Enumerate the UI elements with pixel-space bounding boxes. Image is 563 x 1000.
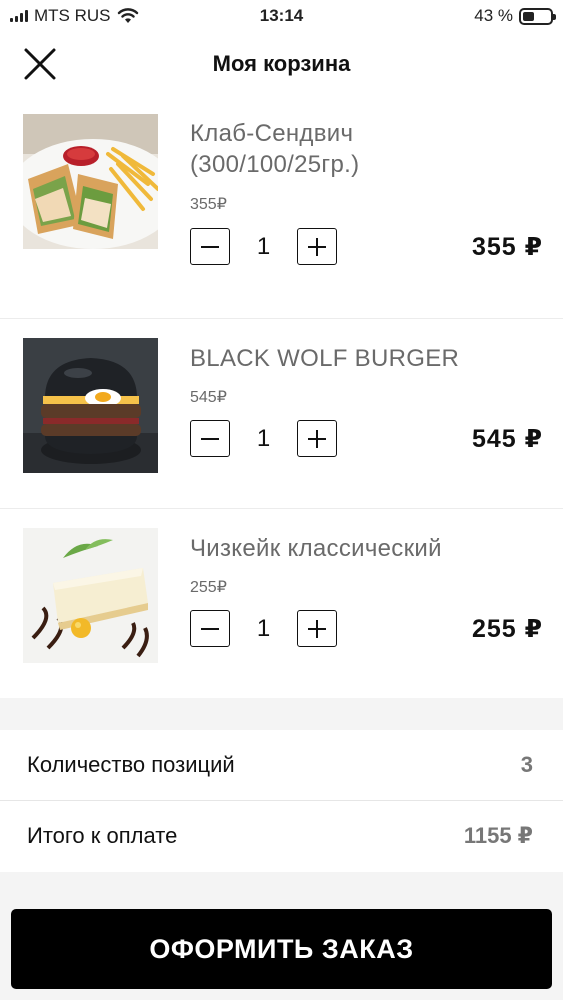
item-price: 545 ₽	[471, 425, 543, 453]
increase-button[interactable]	[297, 228, 337, 265]
total-label: Итого к оплате	[27, 823, 178, 848]
quantity-value: 1	[256, 424, 271, 452]
increase-button[interactable]	[297, 420, 337, 457]
item-name: Чизкейк классический	[190, 533, 540, 564]
old-price: 355₽	[190, 196, 227, 213]
item-price: 355 ₽	[471, 233, 543, 261]
old-price: 545₽	[190, 389, 227, 406]
battery-percent: 43 %	[474, 6, 513, 25]
black-burger-photo	[23, 338, 158, 473]
item-name-line: Клаб-Сендвич	[190, 120, 354, 147]
checkout-button[interactable]: ОФОРМИТЬ ЗАКАЗ	[11, 909, 552, 989]
decrease-button[interactable]	[190, 420, 230, 457]
increase-button[interactable]	[297, 610, 337, 647]
plus-icon	[308, 619, 326, 638]
wifi-icon	[117, 8, 139, 24]
items-count-label: Количество позиций	[27, 752, 235, 777]
quantity-stepper: 1	[190, 228, 337, 265]
item-name: Клаб-Сендвич (300/100/25гр.)	[190, 118, 540, 180]
decrease-button[interactable]	[190, 228, 230, 265]
plus-icon	[308, 429, 326, 448]
close-icon	[24, 48, 56, 80]
cheesecake-photo	[23, 528, 158, 663]
total-value: 1155 ₽	[463, 823, 533, 848]
carrier-name: MTS RUS	[34, 6, 111, 25]
club-sandwich-photo	[23, 114, 158, 249]
battery-icon	[519, 7, 556, 25]
items-count-value: 3	[520, 752, 533, 777]
quantity-value: 1	[256, 232, 271, 260]
old-price: 255₽	[190, 579, 227, 596]
page-title: Моя корзина	[212, 51, 351, 76]
cart-item: Чизкейк классический 255₽ 1 255 ₽	[0, 509, 563, 699]
item-name-line: (300/100/25гр.)	[190, 151, 360, 178]
cart-list: Клаб-Сендвич (300/100/25гр.) 355₽ 1 355 …	[0, 96, 563, 699]
item-price: 255 ₽	[471, 615, 543, 643]
items-count-row: Количество позиций 3	[0, 730, 563, 800]
cellular-signal-icon	[10, 10, 28, 22]
status-right: 43 %	[474, 6, 556, 26]
item-name-line: Чизкейк классический	[190, 535, 442, 562]
plus-icon	[308, 237, 326, 256]
cart-item: BLACK WOLF BURGER 545₽ 1 545 ₽	[0, 319, 563, 509]
status-bar: MTS RUS 13:14 43 %	[0, 0, 563, 32]
decrease-button[interactable]	[190, 610, 230, 647]
close-button[interactable]	[20, 44, 60, 84]
battery-fill	[523, 11, 535, 21]
cart-item: Клаб-Сендвич (300/100/25гр.) 355₽ 1 355 …	[0, 96, 563, 319]
item-name-line: BLACK WOLF BURGER	[190, 345, 460, 372]
minus-icon	[201, 437, 219, 440]
status-left: MTS RUS	[10, 6, 139, 26]
summary-spacer	[0, 698, 563, 730]
total-row: Итого к оплате 1155 ₽	[0, 801, 563, 871]
minus-icon	[201, 245, 219, 248]
minus-icon	[201, 627, 219, 630]
quantity-value: 1	[256, 614, 271, 642]
quantity-stepper: 1	[190, 610, 337, 647]
quantity-stepper: 1	[190, 420, 337, 457]
header: Моя корзина	[0, 32, 563, 96]
item-name: BLACK WOLF BURGER	[190, 343, 540, 374]
